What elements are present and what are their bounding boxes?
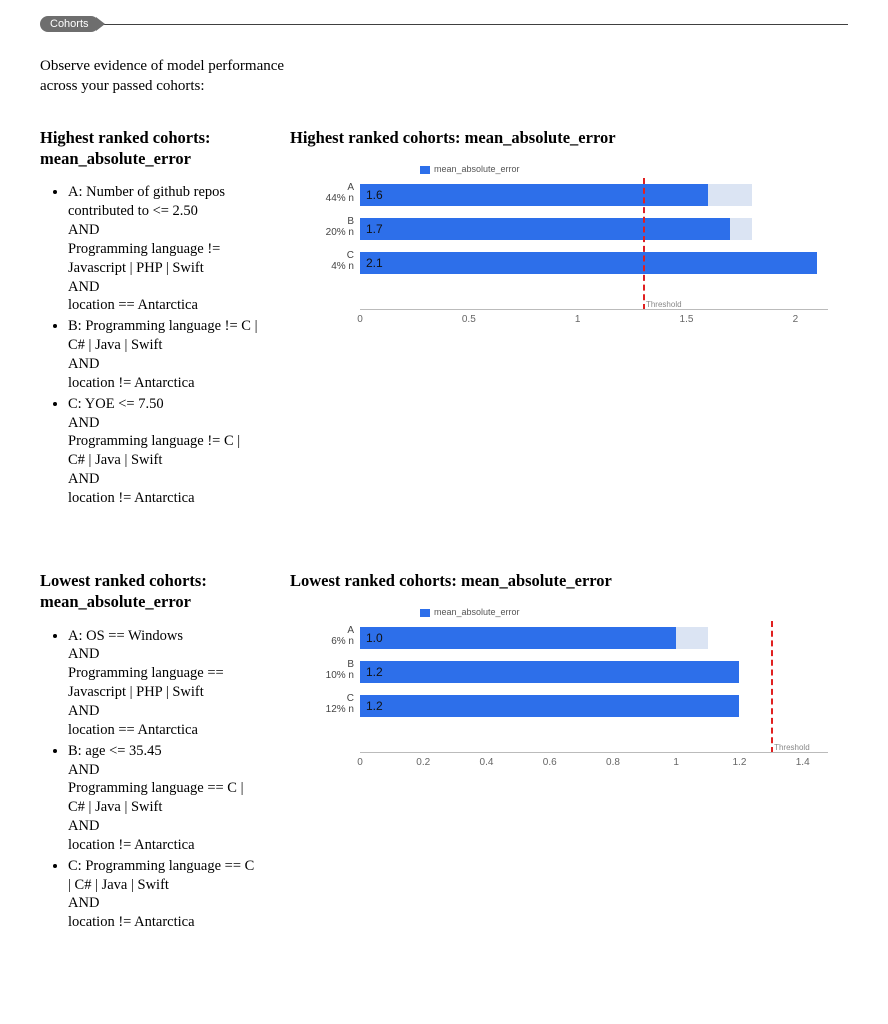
cohort-item: B: Programming language != C | C# | Java… [68,317,260,392]
x-tick-label: 1.5 [680,314,694,325]
bar-value-label: 1.2 [360,695,383,717]
legend-swatch-icon [420,166,430,174]
cohort-line: location != Antarctica [68,374,260,393]
lowest-right-title: Lowest ranked cohorts: mean_absolute_err… [290,570,848,591]
legend-swatch-icon [420,609,430,617]
section-tag: Cohorts [40,16,99,32]
highest-left-title: Highest ranked cohorts: mean_absolute_er… [40,127,260,170]
cohort-line: B: Programming language != C | C# | Java… [68,317,260,355]
bar [360,661,739,683]
cohort-line: location == Antarctica [68,296,260,315]
chart-legend: mean_absolute_error [420,607,520,617]
cohort-line: Programming language != Javascript | PHP… [68,240,260,278]
y-tick-label: A6% n [294,625,360,647]
x-tick-label: 0.4 [480,757,494,768]
x-tick-label: 0.5 [462,314,476,325]
threshold-label: Threshold [643,300,682,309]
cohort-line: location == Antarctica [68,721,260,740]
highest-cohort-list: A: Number of github repos contributed to… [40,183,260,507]
threshold-label: Threshold [771,743,810,752]
cohort-line: AND [68,645,260,664]
cohort-line: Programming language == C | C# | Java | … [68,779,260,817]
highest-chart: mean_absolute_errorA44% n1.6B20% n1.7C4%… [290,178,848,328]
cohort-line: Programming language != C | C# | Java | … [68,432,260,470]
bar [360,252,817,274]
cohort-line: AND [68,355,260,374]
bar [360,627,676,649]
bar-value-label: 1.2 [360,661,383,683]
bar [360,218,730,240]
threshold-line [771,621,773,753]
cohort-line: AND [68,702,260,721]
x-tick-label: 1 [673,757,679,768]
cohort-line: B: age <= 35.45 [68,742,260,761]
cohort-line: AND [68,894,260,913]
y-tick-label: B10% n [294,659,360,681]
bar [360,184,708,206]
section-tag-row: Cohorts [40,16,848,32]
bar-value-label: 1.0 [360,627,383,649]
y-tick-label: C12% n [294,693,360,715]
bar [360,695,739,717]
cohort-line: C: YOE <= 7.50 [68,395,260,414]
x-tick-label: 1.2 [733,757,747,768]
cohort-line: C: Programming language == C | C# | Java… [68,857,260,895]
x-tick-label: 0 [357,757,363,768]
x-tick-label: 2 [793,314,799,325]
cohort-line: A: Number of github repos contributed to… [68,183,260,221]
cohort-item: C: Programming language == C | C# | Java… [68,857,260,932]
cohort-line: A: OS == Windows [68,627,260,646]
lowest-chart: mean_absolute_errorA6% n1.0B10% n1.2C12%… [290,621,848,771]
cohort-line: AND [68,761,260,780]
cohort-line: location != Antarctica [68,489,260,508]
x-axis [360,309,828,310]
cohort-line: location != Antarctica [68,913,260,932]
x-tick-label: 0.6 [543,757,557,768]
cohort-line: AND [68,414,260,433]
cohort-line: Programming language == Javascript | PHP… [68,664,260,702]
cohort-line: AND [68,278,260,297]
bar-value-label: 1.6 [360,184,383,206]
cohort-item: B: age <= 35.45ANDProgramming language =… [68,742,260,855]
x-tick-label: 0.8 [606,757,620,768]
x-tick-label: 1 [575,314,581,325]
lowest-section: Lowest ranked cohorts: mean_absolute_err… [40,570,848,934]
x-tick-label: 0.2 [416,757,430,768]
cohort-line: AND [68,817,260,836]
highest-section: Highest ranked cohorts: mean_absolute_er… [40,127,848,510]
x-axis [360,752,828,753]
threshold-line [643,178,645,310]
bar-value-label: 2.1 [360,252,383,274]
plot-area: A6% n1.0B10% n1.2C12% n1.2Threshold00.20… [360,621,828,753]
divider [103,24,848,25]
plot-area: A44% n1.6B20% n1.7C4% n2.1Threshold00.51… [360,178,828,310]
lowest-left-title: Lowest ranked cohorts: mean_absolute_err… [40,570,260,613]
highest-right-title: Highest ranked cohorts: mean_absolute_er… [290,127,848,148]
bar-value-label: 1.7 [360,218,383,240]
y-tick-label: A44% n [294,182,360,204]
y-tick-label: B20% n [294,216,360,238]
y-tick-label: C4% n [294,250,360,272]
cohort-item: A: OS == WindowsANDProgramming language … [68,627,260,740]
cohort-item: C: YOE <= 7.50ANDProgramming language !=… [68,395,260,508]
cohort-item: A: Number of github repos contributed to… [68,183,260,315]
cohort-line: AND [68,470,260,489]
x-tick-label: 1.4 [796,757,810,768]
x-tick-label: 0 [357,314,363,325]
lowest-cohort-list: A: OS == WindowsANDProgramming language … [40,627,260,933]
intro-text: Observe evidence of model performance ac… [40,56,320,97]
cohort-line: AND [68,221,260,240]
chart-legend: mean_absolute_error [420,164,520,174]
